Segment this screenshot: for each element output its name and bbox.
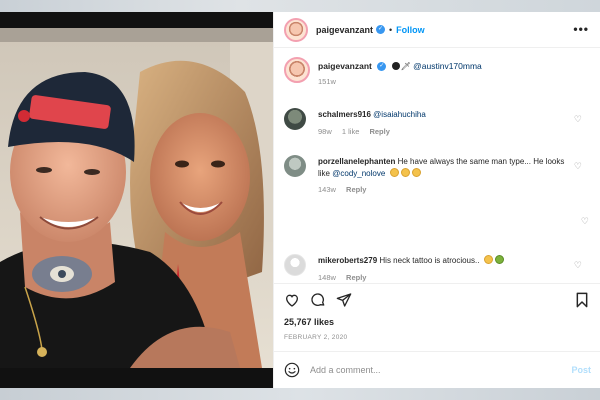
reply-button[interactable]: Reply: [346, 185, 366, 194]
header-username[interactable]: paigevanzant: [316, 25, 373, 35]
instagram-post-modal: paigevanzant ✓ • Follow ••• paigevanzant…: [0, 12, 600, 388]
knife-emoji-icon: 🗡: [400, 62, 411, 71]
verified-badge-icon: ✓: [376, 25, 386, 34]
heart-icon[interactable]: ♡: [574, 161, 582, 172]
heart-icon[interactable]: ♡: [574, 260, 582, 271]
comment-input[interactable]: [310, 365, 550, 375]
caption-mention[interactable]: @austinv170mma: [413, 61, 482, 71]
laughing-emoji-icon: [400, 167, 410, 177]
bomb-emoji-icon: [391, 62, 400, 70]
share-icon[interactable]: [336, 292, 352, 308]
comment-meta: 98w 1 like Reply: [318, 127, 398, 136]
selfie-image: [0, 12, 273, 388]
post-header: paigevanzant ✓ • Follow •••: [274, 12, 600, 48]
post-details-panel: paigevanzant ✓ • Follow ••• paigevanzant…: [273, 12, 600, 388]
avatar[interactable]: [284, 17, 308, 42]
scared-emoji-icon: [483, 255, 493, 264]
likes-count[interactable]: 25,767 likes: [284, 317, 334, 327]
comment-text: porzellanelephanten He have always the s…: [318, 157, 565, 178]
separator-dot: •: [389, 24, 393, 35]
post-photo: [0, 12, 273, 388]
add-comment-bar: Post: [274, 351, 600, 388]
caption-avatar[interactable]: [284, 57, 310, 83]
heart-icon[interactable]: ♡: [574, 114, 582, 125]
commenter-avatar[interactable]: [284, 254, 306, 276]
post-actions: 25,767 likes FEBRUARY 2, 2020: [274, 283, 600, 351]
heart-icon[interactable]: ♡: [581, 216, 589, 227]
caption-username[interactable]: paigevanzant: [318, 61, 372, 71]
commenter-avatar[interactable]: [284, 155, 306, 177]
comment-meta: 148w Reply: [318, 273, 374, 282]
comment-age: 143w: [318, 185, 336, 194]
comment-age: 148w: [318, 273, 336, 282]
follow-button[interactable]: Follow: [396, 25, 425, 35]
comments-list[interactable]: paigevanzant ✓ 🗡 @austinv170mma 151w sch…: [274, 48, 600, 283]
comment-username[interactable]: porzellanelephanten: [318, 157, 395, 166]
backdrop-bottom: [0, 388, 600, 400]
comment-likes[interactable]: 1 like: [342, 127, 360, 136]
verified-badge-icon: ✓: [377, 62, 387, 72]
comment-text: mikeroberts279 His neck tattoo is atroci…: [318, 255, 568, 267]
reply-button[interactable]: Reply: [369, 127, 389, 136]
action-icons: [284, 292, 352, 308]
comment-mention[interactable]: @isaiahuchiha: [373, 110, 426, 119]
comment-username[interactable]: mikeroberts279: [318, 256, 377, 265]
post-button[interactable]: Post: [571, 365, 591, 375]
caption-age: 151w: [318, 77, 336, 86]
comment-username[interactable]: schalmers916: [318, 110, 371, 119]
comment-text: schalmers916 @isaiahuchiha: [318, 109, 568, 121]
backdrop-top: [0, 0, 600, 12]
reply-button[interactable]: Reply: [346, 273, 366, 282]
comment-meta: 143w Reply: [318, 185, 374, 194]
laughing-emoji-icon: [389, 167, 399, 177]
comment-mention[interactable]: @cody_nolove: [332, 169, 385, 178]
caption-text: paigevanzant ✓ 🗡 @austinv170mma: [318, 61, 482, 72]
laughing-emoji-icon: [411, 167, 421, 177]
post-date: FEBRUARY 2, 2020: [284, 334, 348, 341]
comment-age: 98w: [318, 127, 332, 136]
nauseated-emoji-icon: [494, 255, 504, 264]
commenter-avatar[interactable]: [284, 108, 306, 130]
smiley-icon[interactable]: [284, 362, 300, 378]
more-options-icon[interactable]: •••: [573, 22, 589, 36]
bookmark-icon[interactable]: [575, 292, 589, 308]
heart-icon[interactable]: [284, 292, 300, 308]
comment-icon[interactable]: [310, 292, 326, 308]
